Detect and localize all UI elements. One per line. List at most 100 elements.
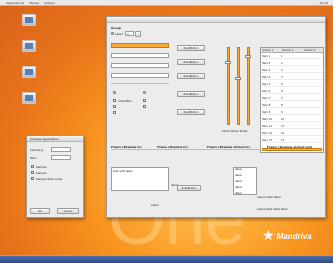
- push-button-4[interactable]: PushButton: [177, 91, 205, 97]
- row-value: 12: [281, 132, 285, 135]
- column-header-1[interactable]: Column 1: [261, 48, 281, 53]
- checkbox-label: CheckBox: [118, 99, 132, 103]
- footer-label: Label label label label: [257, 207, 288, 211]
- mandriva-logo: ★ Mandriva: [262, 228, 312, 244]
- radio-button[interactable]: [111, 32, 114, 35]
- push-button-3[interactable]: PushButton: [177, 73, 205, 79]
- table-row[interactable]: Item 11 11: [261, 124, 323, 129]
- dialog-checkbox-2[interactable]: [31, 171, 34, 174]
- radio-option-2[interactable]: [143, 91, 146, 94]
- slider-handle-1[interactable]: [225, 61, 231, 64]
- desktop-trash-icon[interactable]: [22, 92, 36, 104]
- desktop-documents-icon[interactable]: [22, 66, 36, 78]
- dialog-titlebar[interactable]: Sample Application: [27, 136, 83, 142]
- text-edit-label: text edit label: [113, 169, 133, 173]
- row-label: Item 9: [262, 111, 271, 114]
- table-row[interactable]: Item 9 9: [261, 110, 323, 115]
- menu-places[interactable]: Places: [29, 1, 39, 5]
- push-button-2[interactable]: PushButton: [177, 59, 205, 65]
- row-value: 2: [281, 62, 283, 65]
- radio-option-1[interactable]: [113, 91, 116, 94]
- menu-system[interactable]: System: [44, 1, 55, 5]
- window-titlebar[interactable]: [107, 17, 325, 23]
- checkbox-3[interactable]: [113, 111, 116, 114]
- desktop-home-icon[interactable]: [22, 40, 36, 52]
- row-label: Item 10: [262, 118, 273, 121]
- spin-box[interactable]: 0: [125, 31, 134, 36]
- row-value: 7: [281, 97, 283, 100]
- row-value: 6: [281, 90, 283, 93]
- divider: [111, 83, 169, 84]
- row-label: Item 7: [262, 97, 271, 100]
- row-value: 13: [281, 139, 285, 142]
- table-row[interactable]: Item 8 8: [261, 103, 323, 108]
- panel-clock[interactable]: 10:25: [319, 1, 328, 5]
- mandriva-wordmark: Mandriva: [276, 231, 312, 241]
- push-button-5[interactable]: PushButton: [177, 109, 205, 115]
- vertical-slider-2[interactable]: [237, 47, 240, 125]
- checkbox-4[interactable]: [143, 99, 146, 102]
- option-label-3: Sample data value: [36, 177, 63, 181]
- bottom-push-button[interactable]: PushButton: [177, 185, 201, 191]
- table-row[interactable]: Item 1 1: [261, 54, 323, 59]
- desktop-computer-icon[interactable]: [22, 14, 36, 26]
- cancel-button[interactable]: Cancel: [57, 208, 79, 214]
- column-header-2[interactable]: Column 2: [281, 48, 303, 53]
- row-label: Item 6: [262, 90, 271, 93]
- ok-button[interactable]: OK: [30, 208, 50, 214]
- combo-box-1[interactable]: [111, 53, 169, 58]
- checkbox-2[interactable]: [113, 105, 116, 108]
- row-value: 10: [281, 118, 285, 121]
- vertical-slider-1[interactable]: [227, 47, 230, 125]
- menu-applications[interactable]: Applications: [6, 1, 24, 5]
- slider-handle-3[interactable]: [245, 55, 251, 58]
- spin-value: 0: [127, 33, 129, 36]
- dialog-input-2[interactable]: [51, 155, 71, 160]
- column-header-3[interactable]: Column 3: [303, 48, 323, 53]
- status-label: Label: [151, 203, 159, 207]
- orange-combo-box[interactable]: [111, 43, 169, 48]
- slider-handle-2[interactable]: [235, 77, 241, 80]
- checkbox-5[interactable]: [143, 105, 146, 108]
- table-row[interactable]: Item 13 13: [261, 138, 323, 143]
- table-row[interactable]: Item 5 5: [261, 82, 323, 87]
- combo-box-2[interactable]: [111, 63, 169, 68]
- checkbox-1[interactable]: [113, 99, 116, 102]
- row-value: 9: [281, 111, 283, 114]
- group-header: Group: [111, 26, 121, 30]
- star-icon: ★: [262, 228, 275, 244]
- row-label: Item 12: [262, 132, 273, 135]
- table-row[interactable]: Item 12 12: [261, 131, 323, 136]
- row-label: Item 11: [262, 125, 273, 128]
- text-edit[interactable]: text edit label: [111, 167, 169, 191]
- field-label-2: Item: [30, 156, 37, 160]
- table-row[interactable]: Item 10 10: [261, 117, 323, 122]
- dialog-title: Sample Application: [30, 137, 59, 141]
- right-label-3: label: [235, 179, 242, 183]
- table-row[interactable]: Item 2 2: [261, 61, 323, 66]
- combo-box-3[interactable]: [111, 73, 169, 78]
- right-bottom-label: Label Label label: [257, 195, 281, 199]
- item-table[interactable]: Column 1 Column 2 Column 3 Item 1 1 Item …: [260, 47, 324, 153]
- dialog-checkbox-3[interactable]: [31, 177, 34, 180]
- vertical-slider-3[interactable]: [247, 47, 250, 125]
- row-value: 1: [281, 55, 283, 58]
- push-button-1[interactable]: PushButton: [177, 45, 205, 51]
- table-row[interactable]: Item 4 4: [261, 75, 323, 80]
- frame-header-2: Frame (Shadow in): [157, 145, 188, 149]
- dialog-checkbox-1[interactable]: [31, 165, 34, 168]
- radio-label: Label: [115, 32, 123, 36]
- dialog-input-1[interactable]: [51, 147, 71, 152]
- table-row[interactable]: Item 6 6: [261, 89, 323, 94]
- right-label-2: label: [235, 173, 242, 177]
- bottom-taskbar[interactable]: [0, 255, 333, 263]
- row-value: 5: [281, 83, 283, 86]
- table-row[interactable]: Item 3 3: [261, 68, 323, 73]
- frame-header-4: Frame (Shadow etched out): [267, 145, 313, 149]
- spin-up-button[interactable]: [135, 31, 141, 37]
- table-row[interactable]: Item 7 7: [261, 96, 323, 101]
- frames-divider: [111, 149, 323, 150]
- right-label-4: label: [235, 185, 242, 189]
- right-label-1: label: [235, 167, 242, 171]
- row-label: Item 13: [262, 139, 273, 142]
